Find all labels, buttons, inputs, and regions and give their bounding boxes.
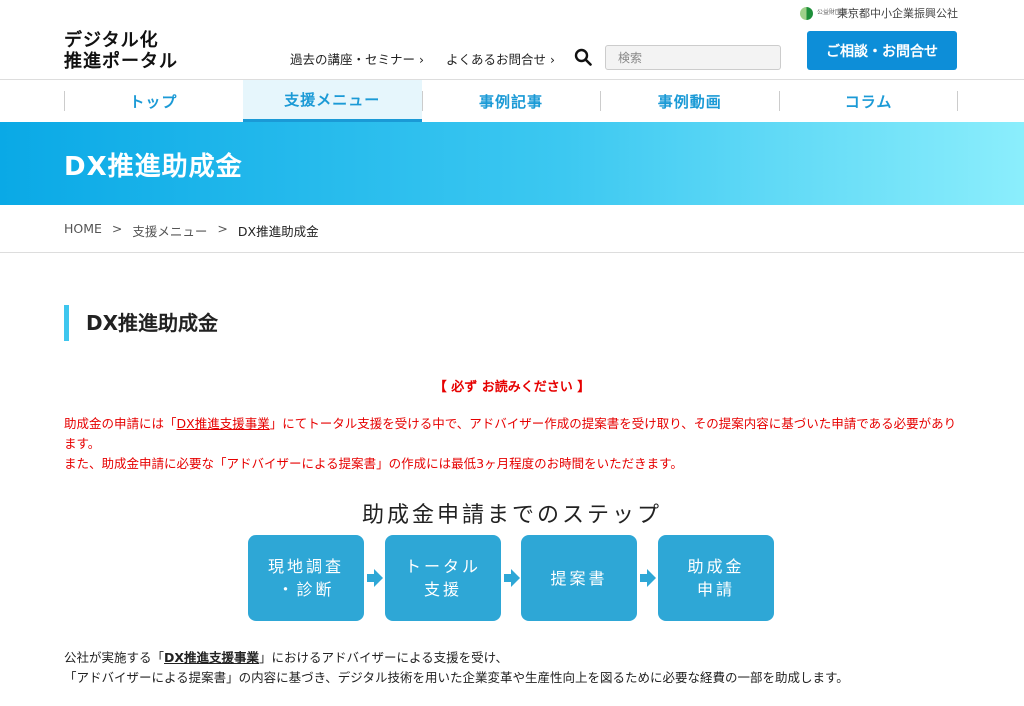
header-link-label: 過去の講座・セミナー xyxy=(290,52,416,67)
header-link-faq[interactable]: よくあるお問合せ › xyxy=(446,49,555,68)
steps-title: 助成金申請までのステップ xyxy=(361,503,662,528)
step-label: 提案書 xyxy=(550,568,608,588)
step-label: ・診断 xyxy=(277,580,335,599)
tab-support-menu[interactable]: 支援メニュー xyxy=(242,80,422,122)
step-label: トータル xyxy=(404,557,481,576)
breadcrumb-separator: > xyxy=(217,221,228,236)
step-label: 支援 xyxy=(423,580,462,599)
body-text-segment: 公社が実施する「 xyxy=(64,650,165,665)
page-title: DX推進助成金 xyxy=(64,152,243,182)
notice-paragraph-2: また、助成金申請に必要な「アドバイザーによる提案書」の作成には最低3ヶ月程度のお… xyxy=(64,456,683,471)
dx-support-link[interactable]: DX推進支援事業 xyxy=(177,416,270,431)
notice-text: 助成金の申請には「DX推進支援事業」にてトータル支援を受ける中で、アドバイザー作… xyxy=(64,414,959,474)
site-logo[interactable]: デジタル化 推進ポータル xyxy=(64,30,178,72)
dx-support-link[interactable]: DX推進支援事業 xyxy=(164,650,259,665)
organization-credit[interactable]: 公益財団法人 東京都中小企業振興公社 xyxy=(800,5,958,21)
organization-name: 東京都中小企業振興公社 xyxy=(837,7,958,20)
tab-case-articles[interactable]: 事例記事 xyxy=(421,80,601,122)
body-paragraph-1: 公社が実施する「DX推進支援事業」におけるアドバイザーによる支援を受け、 xyxy=(64,648,959,668)
notice-heading: 【 必ず お読みください 】 xyxy=(433,380,591,395)
header-link-label: よくあるお問合せ xyxy=(446,52,547,67)
logo-line-2: 推進ポータル xyxy=(64,51,178,72)
breadcrumb-home[interactable]: HOME xyxy=(64,221,102,240)
tab-case-videos[interactable]: 事例動画 xyxy=(600,80,779,122)
step-grant-application: 助成金 申請 xyxy=(658,535,774,621)
logo-line-1: デジタル化 xyxy=(64,30,159,51)
organization-prefix: 公益財団法人 xyxy=(817,9,854,16)
search-icon[interactable] xyxy=(574,48,592,66)
body-text: 公社が実施する「DX推進支援事業」におけるアドバイザーによる支援を受け、 「アド… xyxy=(64,648,959,688)
body-paragraph-2: 「アドバイザーによる提案書」の内容に基づき、デジタル技術を用いた企業変革や生産性… xyxy=(64,670,849,685)
tab-column[interactable]: コラム xyxy=(779,80,958,122)
header-nav: 過去の講座・セミナー › よくあるお問合せ › xyxy=(290,49,555,68)
arrow-right-icon xyxy=(504,569,520,587)
organization-logo-icon xyxy=(800,6,813,20)
body-text-segment: 」におけるアドバイザーによる支援を受け、 xyxy=(259,650,509,665)
breadcrumb-divider xyxy=(0,252,1024,253)
tab-top[interactable]: トップ xyxy=(64,80,243,122)
step-label: 助成金 xyxy=(687,557,745,576)
arrow-right-icon xyxy=(367,569,383,587)
header-link-past-seminars[interactable]: 過去の講座・セミナー › xyxy=(290,49,424,68)
notice-text-segment: 助成金の申請には「 xyxy=(64,416,177,431)
main-nav: トップ 支援メニュー 事例記事 事例動画 コラム xyxy=(0,80,1024,122)
breadcrumb-separator: > xyxy=(111,221,123,236)
page-hero: DX推進助成金 xyxy=(0,122,1024,205)
breadcrumb: HOME > 支援メニュー > DX推進助成金 xyxy=(64,221,319,240)
site-header: 公益財団法人 東京都中小企業振興公社 デジタル化 推進ポータル 過去の講座・セミ… xyxy=(0,0,1024,80)
contact-button[interactable]: ご相談・お問合せ xyxy=(807,31,957,70)
arrow-right-icon xyxy=(640,569,656,587)
step-total-support: トータル 支援 xyxy=(385,535,501,621)
breadcrumb-support-menu[interactable]: 支援メニュー xyxy=(132,221,207,240)
breadcrumb-current: DX推進助成金 xyxy=(237,224,319,239)
step-site-survey: 現地調査 ・診断 xyxy=(248,535,364,621)
section-title: DX推進助成金 xyxy=(64,305,218,341)
step-label: 現地調査 xyxy=(267,557,344,576)
step-proposal: 提案書 xyxy=(521,535,637,621)
chevron-right-icon: › xyxy=(419,52,425,67)
notice-paragraph-1: 助成金の申請には「DX推進支援事業」にてトータル支援を受ける中で、アドバイザー作… xyxy=(64,414,959,454)
search-input[interactable] xyxy=(605,45,781,70)
step-label: 申請 xyxy=(696,580,735,599)
chevron-right-icon: › xyxy=(550,52,556,67)
